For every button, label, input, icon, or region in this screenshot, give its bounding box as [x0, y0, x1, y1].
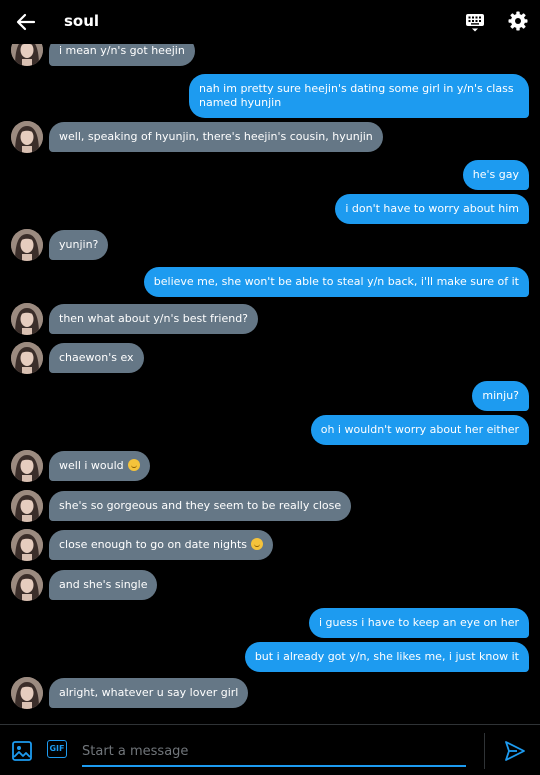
contact-avatar[interactable] [11, 229, 43, 261]
contact-avatar[interactable] [11, 569, 43, 601]
message-out: believe me, she won't be able to steal y… [143, 267, 529, 297]
contact-avatar[interactable] [11, 121, 43, 153]
message-in: yunjin? [49, 230, 109, 260]
message-out: minju? [472, 381, 529, 411]
composer-bar: GIF [0, 724, 540, 775]
message-out: but i already got y/n, she likes me, i j… [244, 642, 529, 672]
contact-avatar[interactable] [11, 44, 43, 66]
contact-avatar[interactable] [11, 490, 43, 522]
message-in: well, speaking of hyunjin, there's heeji… [49, 122, 383, 152]
smirk-emoji-icon [127, 459, 140, 471]
message-out: i don't have to worry about him [335, 194, 529, 224]
message-text: close enough to go on date nights [59, 538, 247, 551]
message-input[interactable] [82, 737, 466, 767]
message-thread: i mean y/n's got heejin nah im pretty su… [0, 44, 540, 724]
message-out: i guess i have to keep an eye on her [308, 608, 529, 638]
message-out: oh i wouldn't worry about her either [310, 415, 529, 445]
message-out: nah im pretty sure heejin's dating some … [189, 74, 529, 118]
divider [484, 733, 485, 769]
top-bar: soul [0, 0, 540, 44]
contact-avatar[interactable] [11, 529, 43, 561]
message-in: and she's single [49, 570, 158, 600]
message-out: he's gay [462, 160, 529, 190]
image-icon[interactable] [11, 740, 33, 762]
send-icon[interactable] [503, 739, 527, 763]
back-arrow-icon[interactable] [14, 10, 38, 34]
contact-avatar[interactable] [11, 677, 43, 709]
message-in: she's so gorgeous and they seem to be re… [49, 491, 352, 521]
message-in: alright, whatever u say lover girl [49, 678, 249, 708]
message-in: i mean y/n's got heejin [49, 44, 195, 66]
message-in: well i would [49, 451, 150, 481]
message-in: close enough to go on date nights [49, 530, 273, 560]
contact-avatar[interactable] [11, 450, 43, 482]
message-in: chaewon's ex [49, 343, 144, 373]
message-text: well i would [59, 459, 124, 472]
conversation-title: soul [64, 12, 100, 30]
gear-icon[interactable] [507, 10, 529, 32]
contact-avatar[interactable] [11, 303, 43, 335]
contact-avatar[interactable] [11, 342, 43, 374]
smirk-emoji-icon [251, 538, 263, 550]
message-in: then what about y/n's best friend? [49, 304, 259, 334]
keyboard-icon[interactable] [464, 11, 486, 33]
gif-icon[interactable]: GIF [47, 740, 67, 758]
